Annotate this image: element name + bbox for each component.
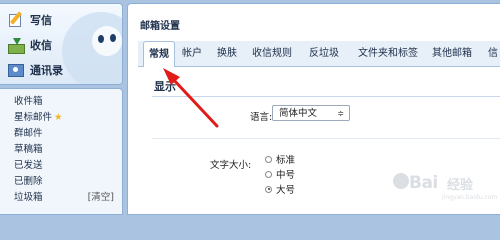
folder-spam[interactable]: 垃圾箱 [清空]	[14, 190, 118, 205]
folder-group-label: 群邮件	[14, 128, 43, 139]
radio-circle-icon	[265, 170, 272, 178]
folder-inbox[interactable]: 收件箱	[14, 94, 118, 109]
folder-list: 收件箱 星标邮件 ★ 群邮件 草稿箱 已发送 已删除 垃圾箱 [清空]	[0, 88, 123, 215]
language-value: 简体中文	[279, 108, 318, 119]
font-size-medium-label: 中号	[276, 170, 296, 181]
folder-starred-label: 星标邮件	[14, 112, 53, 123]
folder-starred[interactable]: 星标邮件 ★	[14, 110, 118, 125]
tab-skin[interactable]: 换肤	[217, 41, 237, 66]
folder-deleted[interactable]: 已删除	[14, 174, 118, 189]
inbox-icon	[8, 38, 25, 54]
decoration-eye-left	[98, 35, 104, 43]
select-arrows-icon: ≑	[337, 109, 344, 118]
font-size-large-radio[interactable]: 大号	[265, 183, 296, 196]
sidebar: 写信 收信 通讯录 收件箱 星标邮件 ★ 群邮件 草稿箱 已发送 已删除 垃圾箱 […	[0, 0, 125, 215]
folder-group[interactable]: 群邮件	[14, 126, 118, 141]
font-size-standard-radio[interactable]: 标准	[265, 153, 296, 166]
tab-account[interactable]: 帐户	[182, 41, 202, 66]
contacts-button[interactable]: 通讯录	[8, 60, 63, 80]
decoration-eye-right	[110, 34, 116, 42]
paw-icon	[393, 173, 409, 189]
folder-drafts-label: 草稿箱	[14, 144, 43, 155]
contacts-icon	[8, 63, 24, 77]
baidu-watermark: Bai 经验 jingyan.baidu.com	[387, 165, 497, 205]
decoration-face	[92, 26, 122, 56]
write-button[interactable]: 写信	[8, 10, 52, 30]
row-divider	[152, 138, 500, 139]
tab-other-mailbox[interactable]: 其他邮箱	[432, 41, 472, 66]
inbox-button[interactable]: 收信	[8, 35, 52, 55]
folder-deleted-label: 已删除	[14, 176, 43, 187]
tab-anti-spam[interactable]: 反垃圾	[309, 41, 339, 66]
star-icon: ★	[54, 112, 63, 123]
write-label: 写信	[30, 14, 52, 27]
watermark-url: jingyan.baidu.com	[442, 194, 498, 201]
action-panel: 写信 收信 通讯录	[0, 3, 123, 85]
language-label: 语言:	[250, 112, 273, 123]
language-select[interactable]: 简体中文 ≑	[272, 105, 350, 121]
watermark-subtext: 经验	[447, 178, 474, 193]
font-size-standard-label: 标准	[276, 155, 296, 166]
section-heading-display: 显示	[154, 80, 176, 93]
radio-circle-icon	[265, 155, 272, 163]
section-divider	[152, 96, 500, 97]
tab-general[interactable]: 常规	[143, 41, 175, 67]
watermark-text: Bai	[409, 173, 438, 193]
contacts-label: 通讯录	[30, 64, 63, 77]
font-size-label: 文字大小:	[210, 160, 252, 171]
tab-filter-rules[interactable]: 收信规则	[252, 41, 292, 66]
folder-spam-label: 垃圾箱	[14, 192, 43, 203]
font-size-medium-radio[interactable]: 中号	[265, 168, 296, 181]
tab-folders-labels[interactable]: 文件夹和标签	[358, 41, 418, 66]
folder-sent-label: 已发送	[14, 160, 43, 171]
settings-tabs: 常规 帐户 换肤 收信规则 反垃圾 文件夹和标签 其他邮箱 信	[138, 41, 500, 67]
tab-more[interactable]: 信	[488, 41, 498, 66]
folder-drafts[interactable]: 草稿箱	[14, 142, 118, 157]
inbox-label: 收信	[30, 39, 52, 52]
folder-sent[interactable]: 已发送	[14, 158, 118, 173]
page-title: 邮箱设置	[140, 21, 180, 32]
radio-selected-icon	[265, 185, 272, 193]
folder-inbox-label: 收件箱	[14, 96, 43, 107]
clear-spam-link[interactable]: [清空]	[88, 190, 114, 205]
pencil-icon	[8, 13, 24, 27]
font-size-large-label: 大号	[276, 185, 296, 196]
